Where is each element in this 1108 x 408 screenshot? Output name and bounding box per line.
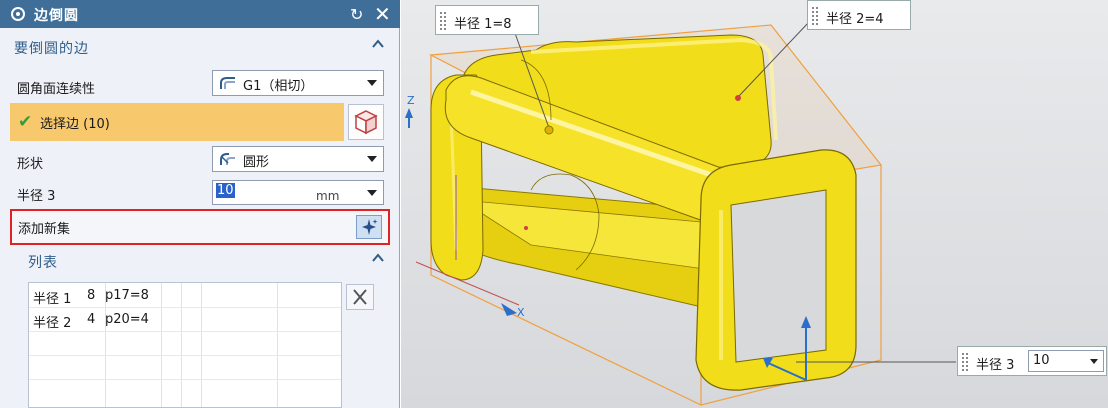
sparkle-add-icon [362, 219, 378, 235]
radius-3-callout-input[interactable]: 10 [1028, 350, 1104, 372]
chevron-up-icon[interactable] [370, 250, 386, 266]
radius-list[interactable]: 半径 1 8 p17=8 半径 2 4 p20=4 [28, 282, 342, 408]
reset-icon[interactable]: ↻ [350, 5, 363, 24]
radius-3-callout-label: 半径 3 [976, 358, 1015, 373]
drag-handle-icon[interactable] [962, 353, 968, 371]
radius-value[interactable]: 10 [216, 183, 235, 198]
radius-3-callout[interactable]: 半径 3 10 [957, 346, 1107, 376]
list-item-expression: p20=4 [105, 312, 149, 327]
list-item-name: 半径 1 [33, 292, 72, 307]
select-edge-button[interactable] [348, 104, 384, 140]
list-item-value: 8 [87, 288, 96, 303]
delete-icon [353, 289, 367, 305]
chevron-up-icon[interactable] [370, 36, 386, 52]
list-item-expression: p17=8 [105, 288, 149, 303]
radius-1-callout[interactable]: 半径 1=8 [435, 5, 539, 35]
edge-blend-dialog: 边倒圆 ↻ ✕ 要倒圆的边 圆角面连续性 G1（相切） ✔ 选择边 (10) 形… [0, 0, 400, 408]
dialog-title: 边倒圆 [34, 8, 79, 24]
gear-icon [11, 7, 25, 21]
edges-section-title: 要倒圆的边 [14, 41, 89, 57]
axis-z-label: Z [407, 94, 415, 107]
list-item-name: 半径 2 [33, 316, 72, 331]
list-section-title: 列表 [28, 255, 58, 271]
drag-handle-icon[interactable] [440, 12, 446, 30]
list-section-header[interactable]: 列表 [0, 248, 400, 274]
shape-select[interactable]: 圆形 [212, 146, 384, 172]
chevron-down-icon[interactable] [367, 190, 377, 196]
edges-section-header[interactable]: 要倒圆的边 [0, 34, 400, 60]
add-new-set-row[interactable]: 添加新集 [10, 209, 390, 245]
radius-2-callout-text: 半径 2=4 [826, 12, 884, 27]
continuity-label: 圆角面连续性 [17, 82, 96, 97]
radius-1-callout-text: 半径 1=8 [454, 17, 512, 32]
fillet-right-frame [695, 149, 857, 391]
graphics-viewport[interactable]: Z X 半径 1=8 半径 2=4 半径 3 10 [401, 0, 1108, 408]
continuity-select[interactable]: G1（相切） [212, 70, 384, 96]
continuity-value: G1（相切） [243, 79, 314, 94]
radius-3-callout-value[interactable]: 10 [1033, 353, 1050, 368]
chevron-down-icon[interactable] [1090, 359, 1098, 364]
remove-item-button[interactable] [346, 284, 374, 310]
select-edge-label: 选择边 (10) [40, 117, 110, 132]
shape-value: 圆形 [243, 155, 270, 170]
chevron-down-icon [367, 156, 377, 162]
add-new-set-button[interactable] [356, 215, 382, 239]
tangent-continuity-icon [220, 77, 235, 89]
circular-shape-icon [220, 153, 235, 165]
add-new-set-label: 添加新集 [18, 222, 71, 237]
radius-label: 半径 3 [17, 189, 56, 204]
close-icon[interactable]: ✕ [374, 2, 391, 26]
radius-2-callout[interactable]: 半径 2=4 [807, 0, 911, 30]
list-item-value: 4 [87, 312, 96, 327]
axis-x-label: X [517, 306, 525, 319]
chevron-down-icon [367, 80, 377, 86]
dialog-titlebar: 边倒圆 ↻ ✕ [0, 0, 400, 28]
cube-icon [354, 110, 378, 135]
drag-handle-icon[interactable] [812, 7, 818, 25]
radius-unit: mm [316, 189, 340, 203]
checkmark-icon: ✔ [18, 112, 33, 132]
shape-label: 形状 [17, 157, 44, 172]
radius-input[interactable]: 10 [212, 180, 384, 205]
select-edge-row[interactable]: ✔ 选择边 (10) [10, 103, 344, 141]
